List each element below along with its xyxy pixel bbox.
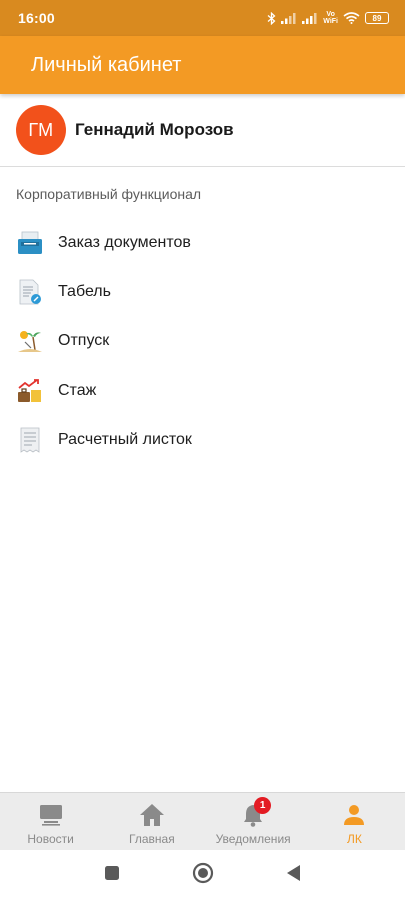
timesheet-icon — [16, 278, 44, 306]
profile-name: Геннадий Морозов — [75, 120, 234, 139]
bottom-navigation: Новости Главная 1 Уведомления ЛК — [0, 792, 405, 850]
nav-label: Главная — [129, 832, 175, 846]
status-icons: Vo WiFi 89 — [267, 11, 389, 25]
menu-item-experience[interactable]: Стаж — [0, 366, 405, 415]
corporate-menu: Заказ документов Табель Отпуск Стаж Расч… — [0, 218, 405, 465]
menu-item-label: Отпуск — [58, 332, 110, 350]
status-bar: 16:00 Vo WiFi 89 — [0, 0, 405, 36]
vowifi-top-label: Vo — [326, 11, 335, 18]
nav-item-home[interactable]: Главная — [101, 793, 202, 850]
document-order-icon — [16, 229, 44, 257]
home-button[interactable] — [192, 862, 214, 889]
nav-label: ЛК — [346, 832, 362, 846]
wifi-icon — [343, 12, 360, 24]
signal-icon-2 — [302, 12, 318, 24]
recents-button[interactable] — [104, 865, 120, 886]
nav-item-profile[interactable]: ЛК — [304, 793, 405, 850]
app-bar: Личный кабинет — [0, 36, 405, 94]
menu-item-label: Расчетный листок — [58, 431, 192, 449]
battery-indicator: 89 — [365, 12, 389, 24]
avatar: ГМ — [16, 105, 66, 155]
menu-item-label: Стаж — [58, 381, 97, 399]
back-button[interactable] — [286, 864, 302, 887]
menu-item-timesheet[interactable]: Табель — [0, 267, 405, 316]
bell-icon: 1 — [242, 797, 272, 829]
signal-icon — [281, 12, 297, 24]
page-title: Личный кабинет — [31, 53, 182, 76]
person-icon — [343, 801, 365, 829]
nav-item-news[interactable]: Новости — [0, 793, 101, 850]
news-icon — [39, 801, 63, 829]
payslip-icon — [16, 426, 44, 454]
bluetooth-icon — [267, 11, 276, 25]
menu-item-label: Заказ документов — [58, 233, 191, 251]
vowifi-icon: Vo WiFi — [323, 11, 338, 25]
menu-item-payslip[interactable]: Расчетный листок — [0, 416, 405, 465]
system-navigation-bar — [0, 850, 405, 900]
notification-badge: 1 — [254, 797, 272, 814]
vowifi-bottom-label: WiFi — [323, 18, 338, 25]
profile-header[interactable]: ГМ Геннадий Морозов — [0, 94, 405, 167]
menu-item-document-order[interactable]: Заказ документов — [0, 218, 405, 267]
experience-icon — [16, 377, 44, 405]
home-icon — [139, 801, 165, 829]
nav-label: Уведомления — [215, 832, 291, 846]
menu-item-label: Табель — [58, 283, 111, 301]
status-time: 16:00 — [18, 10, 55, 26]
section-title: Корпоративный функционал — [16, 186, 202, 202]
nav-item-notifications[interactable]: 1 Уведомления — [203, 793, 304, 850]
vacation-icon — [16, 327, 44, 355]
menu-item-vacation[interactable]: Отпуск — [0, 317, 405, 366]
nav-label: Новости — [27, 832, 74, 846]
